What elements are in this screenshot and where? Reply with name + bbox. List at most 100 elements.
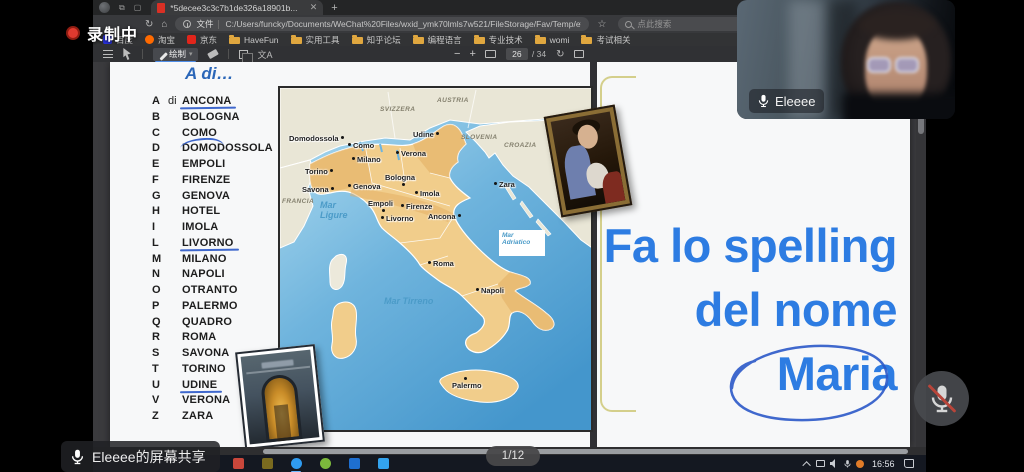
vertical-tabs-icon[interactable]: ▢ [134,0,142,15]
page-number-input[interactable]: 26 [506,48,528,60]
alphabet-word: ROMA [182,331,216,343]
zoom-out-icon[interactable]: − [454,48,460,60]
alphabet-letter: H [152,205,160,217]
map-city-label: Empoli [368,199,393,208]
alphabet-letter: S [152,347,159,359]
browser-tab[interactable]: *5decee3c3c7b1de326a18901b... ✕ [151,0,323,15]
participant-name-badge: Eleeee [749,89,824,113]
map-city-label: Roma [426,259,454,268]
draw-tool-button[interactable]: 绘制 ▾ [153,48,198,61]
taskbar-app-icon[interactable] [377,458,389,470]
bookmark-item[interactable]: 编程语言 [413,34,462,46]
page-total-label: / 34 [532,49,546,59]
city-dot-icon [381,216,384,219]
browser-logo-icon[interactable] [99,2,110,13]
taskbar-app-icon[interactable] [290,458,302,470]
bookmark-item[interactable]: 知乎论坛 [352,34,401,46]
bookmark-item[interactable]: 专业技术 [474,34,523,46]
participant-name: Eleeee [775,94,815,109]
city-dot-icon [458,214,461,217]
alphabet-word: MILANO [182,253,227,265]
print-icon[interactable] [574,50,584,58]
participant-page-indicator[interactable]: 1/12 [486,446,540,466]
map-city-label: Udine [413,130,441,139]
tray-mic-icon[interactable] [844,459,851,469]
network-icon[interactable] [816,460,825,467]
app-notification-icon[interactable] [856,460,864,468]
address-separator [218,20,219,29]
bookmark-item[interactable]: HaveFun [229,35,279,45]
bookmark-item[interactable]: 考试相关 [581,34,630,46]
map-city-label: Torino [305,167,335,176]
file-protocol-label: 文件 [196,18,213,30]
alphabet-word: EMPOLI [182,158,225,170]
fit-page-icon[interactable] [485,50,496,58]
alphabet-letter: N [152,268,160,280]
alphabet-word: COMO [182,127,217,139]
city-dot-icon [436,132,439,135]
url-text: C:/Users/funcky/Documents/WeChat%20Files… [225,19,581,29]
address-bar[interactable]: 文件 C:/Users/funcky/Documents/WeChat%20Fi… [175,17,589,31]
city-dot-icon [341,136,344,139]
bookmark-item[interactable]: womi [535,35,570,45]
tray-expand-icon[interactable] [802,461,810,469]
page-view-icon[interactable] [239,50,248,59]
action-center-icon[interactable] [904,459,914,468]
tab-search-icon[interactable]: ⧉ [119,0,125,15]
home-icon[interactable]: ⌂ [161,19,167,30]
city-dot-icon [494,182,497,185]
speaker-icon[interactable] [830,459,839,468]
mic-icon [71,449,84,465]
eraser-tool-icon[interactable] [207,49,219,59]
alphabet-word: ANCONA [182,95,231,107]
taskbar-app-icon[interactable] [348,458,360,470]
bookmark-icon [291,37,302,44]
translate-icon[interactable]: 文A [258,48,273,61]
toc-menu-icon[interactable] [103,50,113,58]
pen-icon [158,50,166,58]
map-city-label: Firenze [399,202,432,211]
taskbar-app-icon[interactable] [261,458,273,470]
alphabet-letter: M [152,253,161,265]
select-cursor-icon[interactable] [123,48,132,60]
page-info-icon[interactable] [183,20,191,28]
alphabet-word: TORINO [182,363,226,375]
city-dot-icon [348,143,351,146]
refresh-icon[interactable]: ↻ [145,19,153,30]
alphabet-letter: D [152,142,160,154]
mic-icon [758,94,769,108]
tab-close-icon[interactable]: ✕ [310,2,318,13]
person-shoulders [843,93,955,119]
alphabet-word: OTRANTO [182,284,238,296]
glasses-lens [895,57,919,73]
favorite-star-icon[interactable]: ☆ [597,19,606,30]
map-city-label: Genova [346,182,381,191]
toolbar-divider [142,49,143,59]
taskbar-app-icon[interactable] [232,458,244,470]
alphabet-di: di [168,95,177,107]
new-tab-button[interactable]: + [331,2,337,14]
alphabet-word: UDINE [182,379,217,391]
alphabet-letter: Q [152,316,161,328]
alphabet-word: QUADRO [182,316,232,328]
rotate-page-icon[interactable]: ↻ [556,49,564,60]
horizontal-scrollbar-thumb[interactable] [263,449,908,454]
bookmark-item[interactable]: 实用工具 [291,34,340,46]
bookmark-icon [413,37,424,44]
alphabet-letter: R [152,331,160,343]
exercise-text: Fa lo spelling del nome Maria [490,214,897,406]
painting-canvas [551,111,626,210]
taskbar-app-icon[interactable] [319,458,331,470]
bookmark-item[interactable]: 京东 [187,34,217,46]
city-dot-icon [401,204,404,207]
alphabet-letter: G [152,190,161,202]
webcam-video-tile[interactable]: Eleeee [737,0,955,119]
clock[interactable]: 16:56 [872,459,895,469]
alphabet-letter: A [152,95,160,107]
bookmark-item[interactable]: 淘宝 [145,34,175,46]
map-city-label: Bologna [385,173,415,182]
screen-share-label: Eleeee的屏幕共享 [92,447,206,467]
mic-muted-button[interactable] [914,371,969,426]
search-box[interactable]: 点此搜索 [618,17,744,31]
zoom-in-icon[interactable]: + [469,48,475,60]
